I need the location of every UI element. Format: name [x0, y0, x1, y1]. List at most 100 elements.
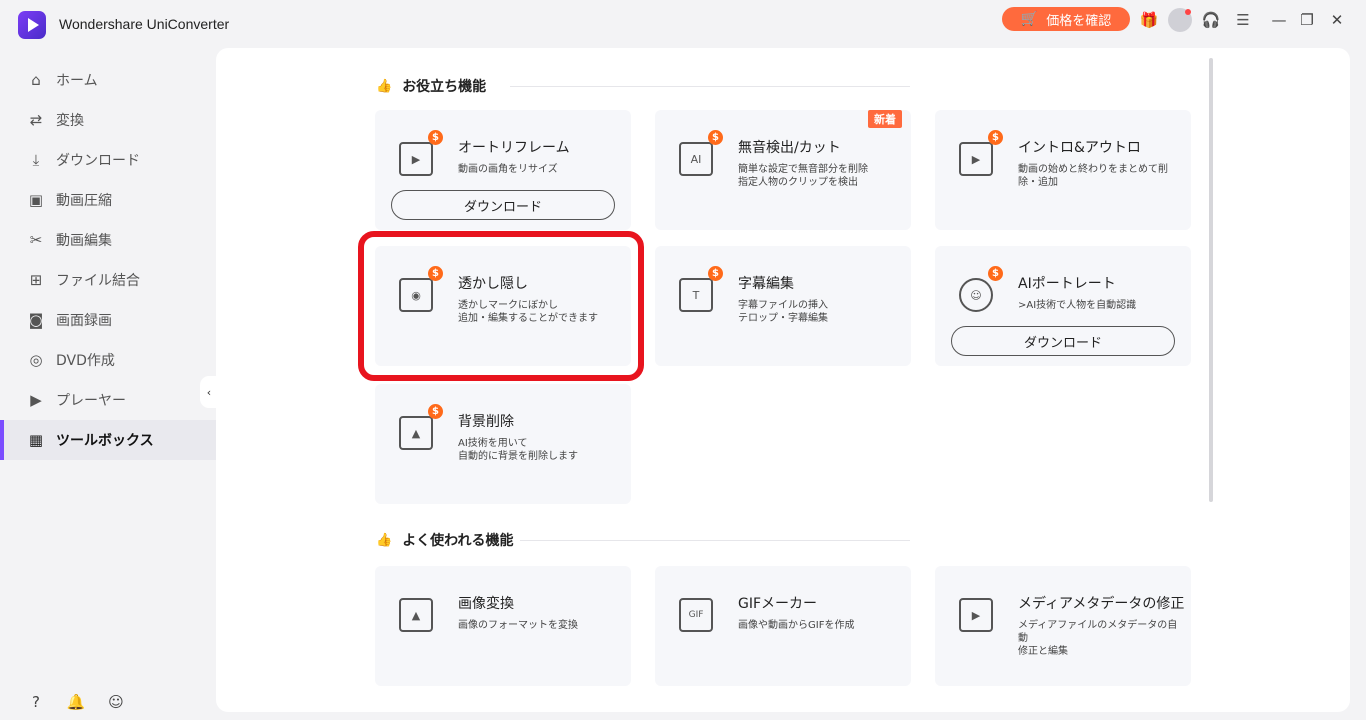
sidebar-item-label: DVD作成 — [56, 353, 115, 369]
home-icon: ⌂ — [31, 71, 41, 89]
coin-icon: $ — [708, 130, 723, 145]
card-title: メディアメタデータの修正 — [1018, 596, 1185, 612]
card-title: 画像変換 — [458, 596, 514, 612]
card-metadata-fix[interactable]: ▶ メディアメタデータの修正 メディアファイルのメタデータの自動 修正と編集 — [935, 566, 1191, 686]
card-desc: 簡単な設定で無音部分を削除 指定人物のクリップを検出 — [738, 164, 868, 188]
screen-record-icon: ◙ — [28, 311, 44, 329]
sidebar-item-player[interactable]: ▶ プレーヤー — [0, 380, 216, 420]
coin-icon: $ — [988, 266, 1003, 281]
card-desc: 動画の画角をリサイズ — [458, 164, 558, 175]
new-badge: 新着 — [868, 110, 902, 128]
gif-icon: GIF — [679, 598, 713, 632]
gift-icon[interactable]: 🎁 — [1138, 9, 1160, 31]
coin-icon: $ — [708, 266, 723, 281]
dvd-icon: ◎ — [29, 351, 43, 369]
card-title: AIポートレート — [1018, 276, 1116, 292]
sidebar-item-label: 動画編集 — [56, 233, 112, 249]
sidebar-item-label: プレーヤー — [56, 393, 126, 409]
sidebar-item-label: 動画圧縮 — [56, 193, 112, 209]
image-remove-icon: ▲ — [399, 416, 433, 450]
coin-icon: $ — [988, 130, 1003, 145]
headset-icon[interactable]: 🎧 — [1200, 9, 1222, 31]
film-icon: ▶ — [959, 142, 993, 176]
card-title: オートリフレーム — [458, 140, 570, 156]
toolbox-icon: ▦ — [28, 431, 44, 449]
scissors-icon: ✂ — [29, 231, 43, 249]
app-logo-icon — [18, 11, 46, 39]
scrollbar[interactable] — [1209, 58, 1213, 502]
thumbs-up-icon: 👍 — [376, 532, 393, 548]
check-price-label: 価格を確認 — [1046, 13, 1112, 29]
thumbs-up-icon: 👍 — [376, 78, 393, 94]
player-icon: ▶ — [30, 391, 42, 409]
sidebar-item-convert[interactable]: ⇄ 変換 — [0, 100, 216, 140]
sidebar-item-dvd[interactable]: ◎ DVD作成 — [0, 340, 216, 380]
sidebar-item-label: ホーム — [56, 73, 98, 89]
card-gif-maker[interactable]: GIF GIFメーカー 画像や動画からGIFを作成 — [655, 566, 911, 686]
sidebar-item-label: 画面録画 — [56, 313, 112, 329]
card-auto-reframe[interactable]: ▶ $ オートリフレーム 動画の画角をリサイズ ダウンロード — [375, 110, 631, 230]
card-title: イントロ&アウトロ — [1018, 140, 1141, 156]
coin-icon: $ — [428, 130, 443, 145]
sidebar-item-label: ダウンロード — [56, 153, 140, 169]
sidebar-item-label: ツールボックス — [56, 433, 154, 449]
section-divider — [510, 86, 910, 87]
metadata-icon: ▶ — [959, 598, 993, 632]
check-price-button[interactable]: 🛒 価格を確認 — [1002, 7, 1130, 31]
merge-icon: ⊞ — [29, 271, 43, 289]
download-button[interactable]: ダウンロード — [391, 190, 615, 220]
section-title-text: お役立ち機能 — [402, 79, 487, 95]
subtitle-icon: T — [679, 278, 713, 312]
card-desc: >AI技術で人物を自動認識 — [1018, 300, 1137, 311]
card-ai-portrait[interactable]: ☺ $ AIポートレート >AI技術で人物を自動認識 ダウンロード — [935, 246, 1191, 366]
feedback-icon[interactable]: ☺ — [106, 692, 126, 712]
card-title: 字幕編集 — [738, 276, 794, 292]
card-desc: 字幕ファイルの挿入 テロップ・字幕編集 — [738, 300, 828, 324]
sidebar-item-download[interactable]: ⤓ ダウンロード — [0, 140, 216, 180]
sidebar-item-merge[interactable]: ⊞ ファイル結合 — [0, 260, 216, 300]
app-title: Wondershare UniConverter — [59, 16, 230, 32]
highlight-box — [358, 231, 644, 381]
card-title: 無音検出/カット — [738, 140, 841, 156]
compress-icon: ▣ — [28, 191, 44, 209]
close-icon[interactable]: ✕ — [1326, 9, 1348, 31]
card-title: 背景削除 — [458, 414, 514, 430]
card-silence-detect[interactable]: AI $ 無音検出/カット 簡単な設定で無音部分を削除 指定人物のクリップを検出 — [655, 110, 911, 230]
card-desc: 画像や動画からGIFを作成 — [738, 620, 855, 631]
image-convert-icon: ▲ — [399, 598, 433, 632]
sidebar-item-compress[interactable]: ▣ 動画圧縮 — [0, 180, 216, 220]
sidebar: ⌂ ホーム ⇄ 変換 ⤓ ダウンロード ▣ 動画圧縮 ✂ 動画編集 ⊞ ファイル… — [0, 46, 216, 720]
card-image-convert[interactable]: ▲ 画像変換 画像のフォーマットを変換 — [375, 566, 631, 686]
sidebar-item-label: 変換 — [56, 113, 84, 129]
sidebar-item-edit[interactable]: ✂ 動画編集 — [0, 220, 216, 260]
reframe-icon: ▶ — [399, 142, 433, 176]
portrait-icon: ☺ — [959, 278, 993, 312]
section-divider — [520, 540, 910, 541]
help-icon[interactable]: ? — [26, 692, 46, 712]
avatar[interactable] — [1168, 8, 1192, 32]
section-title-useful: 👍 お役立ち機能 — [376, 76, 486, 96]
sidebar-item-home[interactable]: ⌂ ホーム — [0, 60, 216, 100]
card-subtitle-edit[interactable]: T $ 字幕編集 字幕ファイルの挿入 テロップ・字幕編集 — [655, 246, 911, 366]
card-intro-outro[interactable]: ▶ $ イントロ&アウトロ 動画の始めと終わりをまとめて削 除・追加 — [935, 110, 1191, 230]
sidebar-item-toolbox[interactable]: ▦ ツールボックス — [0, 420, 216, 460]
cart-icon: 🛒 — [1020, 11, 1039, 27]
download-icon: ⤓ — [32, 151, 40, 169]
menu-icon[interactable]: ☰ — [1232, 9, 1254, 31]
sidebar-item-screen-record[interactable]: ◙ 画面録画 — [0, 300, 216, 340]
minimize-icon[interactable]: — — [1268, 9, 1290, 31]
section-title-text: よく使われる機能 — [402, 533, 514, 549]
section-title-frequent: 👍 よく使われる機能 — [376, 530, 514, 550]
card-desc: 動画の始めと終わりをまとめて削 除・追加 — [1018, 164, 1168, 188]
card-desc: 画像のフォーマットを変換 — [458, 620, 578, 631]
card-background-remove[interactable]: ▲ $ 背景削除 AI技術を用いて 自動的に背景を削除します — [375, 384, 631, 504]
restore-icon[interactable]: ❐ — [1296, 9, 1318, 31]
bell-icon[interactable]: 🔔 — [66, 692, 86, 712]
download-button[interactable]: ダウンロード — [951, 326, 1175, 356]
convert-icon: ⇄ — [29, 111, 43, 129]
title-bar: Wondershare UniConverter 🛒 価格を確認 🎁 🎧 ☰ —… — [0, 0, 1366, 46]
ai-cut-icon: AI — [679, 142, 713, 176]
sidebar-item-label: ファイル結合 — [56, 273, 140, 289]
card-desc: メディアファイルのメタデータの自動 修正と編集 — [1018, 620, 1178, 657]
card-desc: AI技術を用いて 自動的に背景を削除します — [458, 438, 578, 462]
